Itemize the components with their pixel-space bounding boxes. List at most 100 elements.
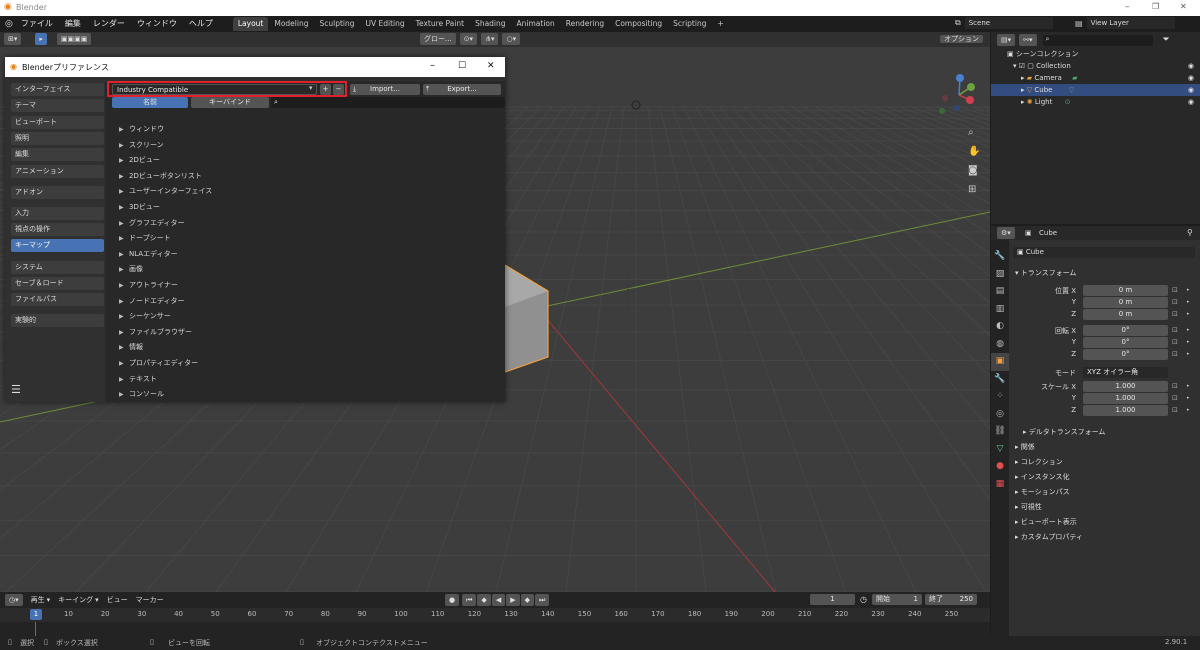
pref-nav-item[interactable]: システム: [11, 260, 104, 274]
pin-icon[interactable]: ⚲: [1187, 228, 1193, 237]
search-by-key-tab[interactable]: キーバインド: [191, 97, 269, 108]
outliner-scene-collection[interactable]: ▣ シーンコレクション: [991, 48, 1200, 60]
pref-nav-item[interactable]: 実験的: [11, 314, 104, 328]
view-layer-name[interactable]: View Layer: [1086, 17, 1175, 29]
prev-key-button[interactable]: ◆: [477, 594, 491, 606]
menu-4[interactable]: ヘルプ: [183, 16, 219, 32]
lock-icon[interactable]: ⊡: [1172, 382, 1178, 390]
pref-nav-item[interactable]: セーブ＆ロード: [11, 276, 104, 290]
workspace-tab-0[interactable]: Layout: [232, 17, 269, 31]
keymap-category[interactable]: ▶ 情報: [119, 342, 143, 352]
transform-value-field[interactable]: 0 m: [1083, 285, 1168, 296]
playhead[interactable]: 1: [30, 609, 42, 620]
keymap-category[interactable]: ▶ アウトライナー: [119, 280, 178, 290]
filter-icon[interactable]: ⏷: [1163, 35, 1170, 45]
workspace-tab-10[interactable]: +: [712, 17, 728, 31]
current-frame-field[interactable]: 1: [810, 594, 855, 605]
options-button[interactable]: オプション: [940, 35, 983, 43]
navigation-gizmo[interactable]: [935, 71, 983, 119]
scene-name[interactable]: Scene: [964, 17, 1053, 29]
clock-icon[interactable]: ◷: [860, 595, 867, 604]
property-section-header[interactable]: ▸ モーションパス: [1015, 487, 1070, 497]
pref-nav-item[interactable]: 入力: [11, 206, 104, 220]
grid-icon[interactable]: ⊞: [968, 180, 980, 199]
keyframe-dot-icon[interactable]: •: [1186, 351, 1190, 358]
lock-icon[interactable]: ⊡: [1172, 298, 1178, 306]
record-button[interactable]: ●: [445, 594, 460, 606]
property-section-header[interactable]: ▸ インスタンス化: [1015, 472, 1069, 482]
pref-nav-item[interactable]: 編集: [11, 148, 104, 162]
constraints-tab-icon[interactable]: ⛓: [991, 423, 1009, 441]
world-tab-icon[interactable]: ◍: [991, 336, 1009, 354]
workspace-tab-2[interactable]: Sculpting: [314, 17, 359, 31]
pref-nav-item[interactable]: アニメーション: [11, 164, 104, 178]
transform-value-field[interactable]: 0 m: [1083, 309, 1168, 320]
keymap-category[interactable]: ▶ テキスト: [119, 374, 157, 384]
menu-0[interactable]: ファイル: [15, 16, 59, 32]
pref-nav-item[interactable]: ファイルパス: [11, 293, 104, 307]
playback-menu[interactable]: 再生: [31, 595, 45, 605]
property-section-header[interactable]: ▸ カスタムプロパティ: [1015, 532, 1083, 542]
delta-transform-header[interactable]: ▸ デルタトランスフォーム: [1023, 427, 1105, 437]
keymap-category[interactable]: ▶ 画像: [119, 264, 143, 274]
lock-icon[interactable]: ⊡: [1172, 338, 1178, 346]
eye-icon[interactable]: ◉: [1188, 60, 1194, 72]
maximize-button[interactable]: ❐: [1152, 2, 1159, 11]
pref-nav-item[interactable]: アドオン: [11, 185, 104, 199]
eye-icon[interactable]: ◉: [1188, 72, 1194, 84]
keyframe-dot-icon[interactable]: •: [1186, 339, 1190, 346]
keymap-category[interactable]: ▶ スクリーン: [119, 140, 164, 150]
workspace-tab-4[interactable]: Texture Paint: [411, 17, 469, 31]
export-button[interactable]: ⤒ Export...: [423, 84, 501, 95]
editor-type-button[interactable]: ⚙▾: [997, 227, 1015, 239]
lock-icon[interactable]: ⊡: [1172, 286, 1178, 294]
blender-menu-icon[interactable]: ◎: [5, 19, 13, 29]
jump-start-button[interactable]: ⏮: [462, 594, 477, 606]
pivot-select[interactable]: ⊙▾: [459, 33, 478, 45]
lock-icon[interactable]: ⊡: [1172, 310, 1178, 318]
checkbox-icon[interactable]: ☑: [1019, 62, 1025, 70]
outliner-row-collection[interactable]: ▾ ☑ ▢ Collection ◉: [991, 60, 1200, 72]
transform-value-field[interactable]: 0°: [1083, 337, 1168, 348]
jump-end-button[interactable]: ⏭: [534, 594, 550, 606]
editor-type-button[interactable]: ▤▾: [997, 34, 1016, 46]
keyframe-dot-icon[interactable]: •: [1186, 287, 1190, 294]
proportional-edit-toggle[interactable]: ○▾: [502, 33, 521, 45]
transform-value-field[interactable]: 0 m: [1083, 297, 1168, 308]
keymap-category[interactable]: ▶ 3Dビュー: [119, 202, 160, 212]
render-tab-icon[interactable]: ▨: [991, 266, 1009, 284]
pref-nav-item[interactable]: ビューポート: [11, 115, 104, 129]
object-name-field[interactable]: ▣ Cube: [1013, 247, 1195, 258]
snap-toggle[interactable]: ⋔▾: [481, 33, 499, 45]
keymap-category[interactable]: ▶ 2Dビューボタンリスト: [119, 171, 202, 181]
editor-type-button[interactable]: ◷▾: [5, 594, 23, 606]
transform-value-field[interactable]: 0°: [1083, 349, 1168, 360]
physics-tab-icon[interactable]: ◎: [991, 406, 1009, 424]
texture-tab-icon[interactable]: ▦: [991, 476, 1009, 494]
editor-type-button[interactable]: ⊞▾: [4, 33, 22, 45]
keymap-category[interactable]: ▶ ドープシート: [119, 233, 171, 243]
menu-1[interactable]: 編集: [59, 16, 87, 32]
scene-selector[interactable]: ⧉ Scene: [955, 17, 1053, 29]
material-tab-icon[interactable]: ●: [991, 458, 1009, 476]
marker-menu[interactable]: マーカー: [136, 595, 164, 605]
outliner-search-input[interactable]: ⌕: [1042, 34, 1153, 46]
remove-preset-button[interactable]: −: [333, 84, 344, 95]
keymap-category[interactable]: ▶ 2Dビュー: [119, 155, 160, 165]
property-section-header[interactable]: ▸ ビューポート表示: [1015, 517, 1077, 527]
workspace-tab-6[interactable]: Animation: [512, 17, 560, 31]
zoom-icon[interactable]: ⌕: [968, 123, 980, 142]
keymap-category[interactable]: ▶ プロパティエディター: [119, 358, 198, 368]
keymap-category[interactable]: ▶ シーケンサー: [119, 311, 171, 321]
transform-panel-header[interactable]: ▾ トランスフォーム: [1015, 268, 1076, 278]
menu-3[interactable]: ウィンドウ: [131, 16, 183, 32]
end-frame-field[interactable]: 終了 250: [925, 594, 977, 605]
display-mode-button[interactable]: ⚯▾: [1019, 34, 1037, 46]
maximize-button[interactable]: ☐: [458, 61, 466, 71]
view-layer-selector[interactable]: ▤ View Layer: [1075, 17, 1175, 29]
scene-tab-icon[interactable]: ◐: [991, 318, 1009, 336]
play-button[interactable]: ▶: [506, 594, 520, 606]
hand-pan-icon[interactable]: ✋: [968, 142, 980, 161]
minimize-button[interactable]: –: [430, 60, 435, 71]
keymap-search-input[interactable]: ⌕: [271, 97, 505, 108]
